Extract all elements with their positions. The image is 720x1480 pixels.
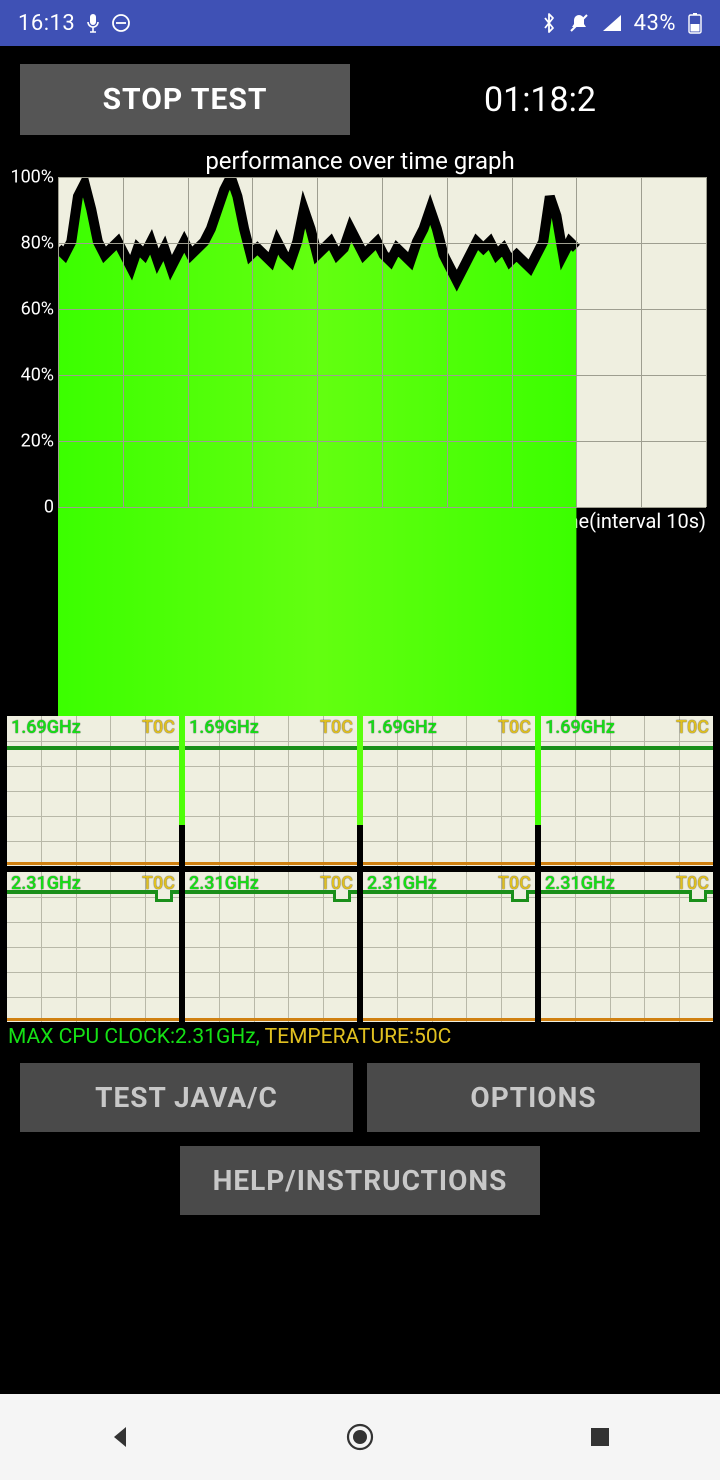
cpu-core-6: 2.31GHz T0C	[363, 872, 535, 1022]
y-axis-tick: 20%	[21, 431, 58, 452]
cpu-core-7: 2.31GHz T0C	[541, 872, 713, 1022]
home-button[interactable]	[330, 1407, 390, 1467]
options-button[interactable]: OPTIONS	[367, 1063, 700, 1132]
stop-test-button[interactable]: STOP TEST	[20, 64, 350, 135]
cpu-core-4: 2.31GHz T0C	[7, 872, 179, 1022]
core-clock: 1.69GHz	[189, 717, 259, 738]
core-temp: T0C	[498, 717, 531, 738]
clock-text: 16:13	[18, 11, 75, 36]
battery-pct-text: 43%	[634, 11, 676, 36]
cpu-summary: MAX CPU CLOCK:2.31GHz, TEMPERATURE:50C	[0, 1024, 720, 1049]
app-content: STOP TEST 01:18:2 performance over time …	[0, 46, 720, 1394]
core-temp: T0C	[498, 873, 531, 894]
y-axis-tick: 80%	[21, 233, 58, 254]
core-clock: 1.69GHz	[11, 717, 81, 738]
perf-chart-title: performance over time graph	[0, 147, 720, 175]
cpu-core-5: 2.31GHz T0C	[185, 872, 357, 1022]
cpu-core-1: 1.69GHz T0C	[185, 716, 357, 866]
cpu-core-0: 1.69GHz T0C	[7, 716, 179, 866]
core-clock: 2.31GHz	[367, 873, 437, 894]
temperature-text: TEMPERATURE:50C	[265, 1025, 452, 1049]
cpu-core-3: 1.69GHz T0C	[541, 716, 713, 866]
core-temp: T0C	[320, 717, 353, 738]
do-not-disturb-icon	[111, 13, 131, 33]
y-axis-tick: 100%	[10, 167, 58, 188]
core-temp: T0C	[676, 873, 709, 894]
battery-icon	[688, 12, 702, 34]
mic-icon	[85, 13, 101, 33]
performance-chart: 100%80%60%40%20%0	[58, 177, 706, 507]
core-temp: T0C	[320, 873, 353, 894]
elapsed-timer: 01:18:2	[380, 80, 700, 120]
y-axis-tick: 60%	[21, 299, 58, 320]
core-clock: 1.69GHz	[545, 717, 615, 738]
core-clock: 2.31GHz	[189, 873, 259, 894]
y-axis-tick: 0	[44, 497, 58, 518]
test-java-c-button[interactable]: TEST JAVA/C	[20, 1063, 353, 1132]
core-clock: 2.31GHz	[545, 873, 615, 894]
cpu-core-2: 1.69GHz T0C	[363, 716, 535, 866]
bluetooth-icon	[542, 12, 556, 34]
core-temp: T0C	[142, 717, 175, 738]
status-bar: 16:13 43%	[0, 0, 720, 46]
recent-apps-button[interactable]	[570, 1407, 630, 1467]
help-instructions-button[interactable]: HELP/INSTRUCTIONS	[180, 1146, 540, 1215]
core-temp: T0C	[676, 717, 709, 738]
mute-icon	[568, 12, 590, 34]
y-axis-tick: 40%	[21, 365, 58, 386]
core-clock: 1.69GHz	[367, 717, 437, 738]
signal-icon	[602, 14, 622, 32]
back-button[interactable]	[90, 1407, 150, 1467]
system-navigation-bar	[0, 1394, 720, 1480]
core-clock: 2.31GHz	[11, 873, 81, 894]
core-temp: T0C	[142, 873, 175, 894]
max-clock-text: MAX CPU CLOCK:2.31GHz,	[8, 1025, 260, 1049]
